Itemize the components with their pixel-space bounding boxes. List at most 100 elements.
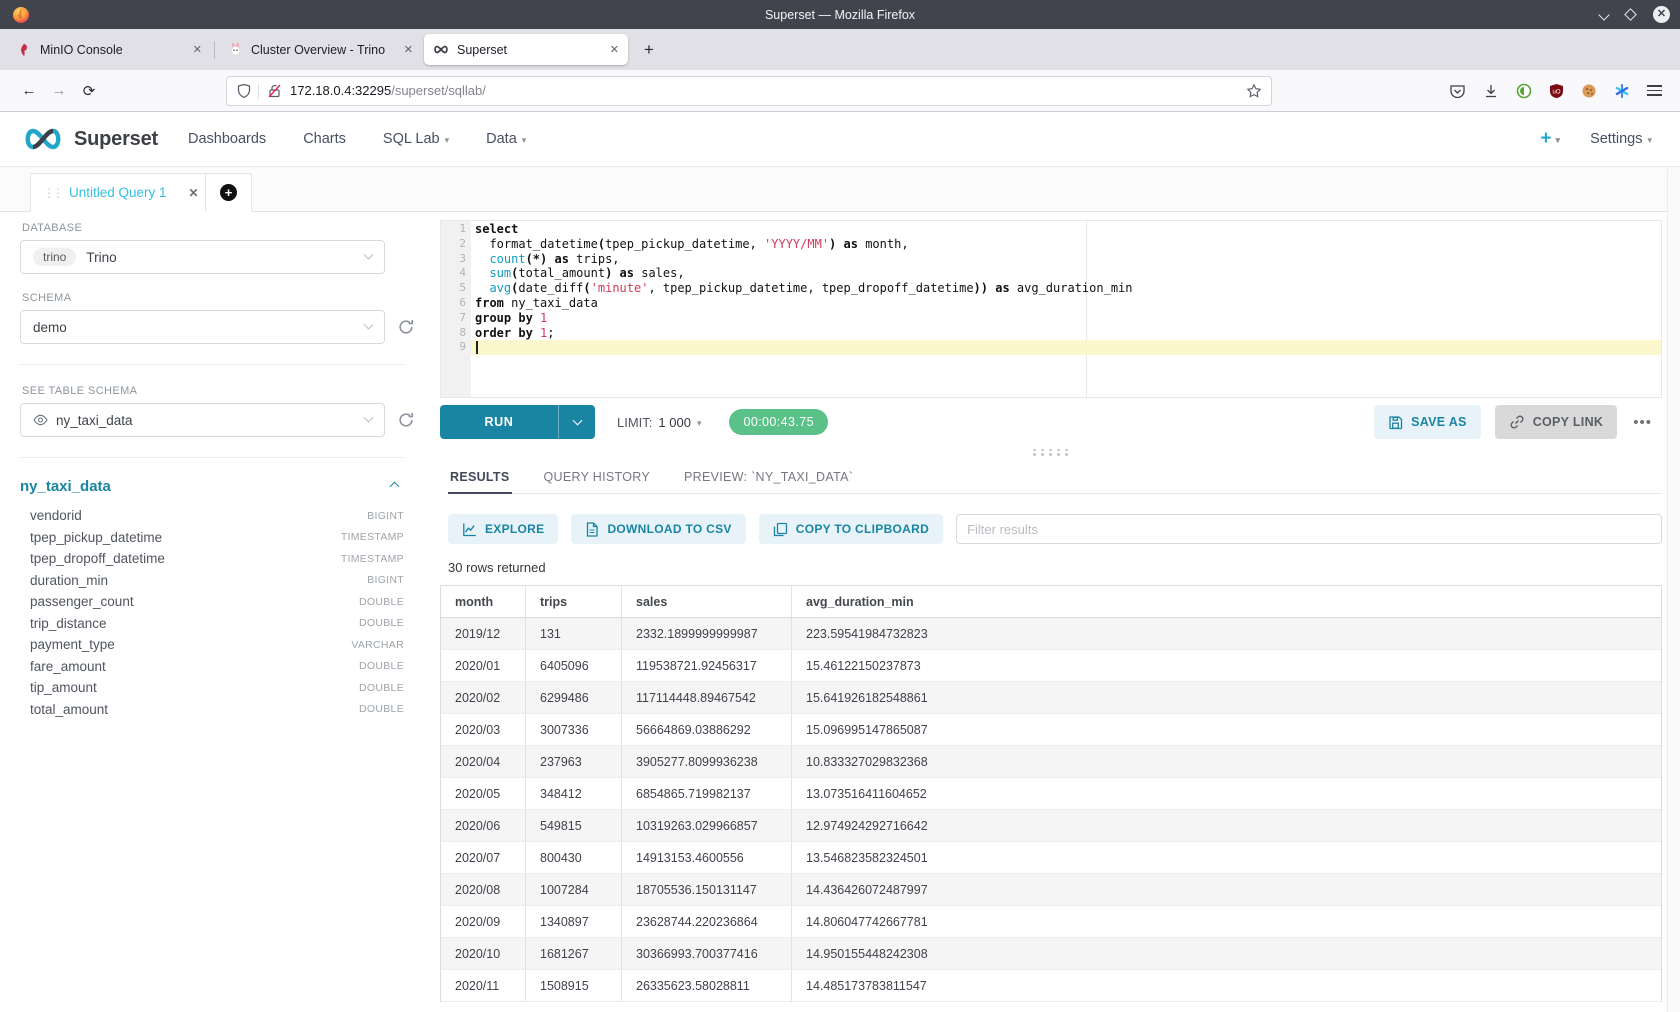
divider	[20, 364, 404, 365]
window-close-icon[interactable]: ✕	[1653, 6, 1670, 23]
results-tab[interactable]: RESULTS	[448, 464, 512, 493]
cookie-extension-icon[interactable]	[1581, 83, 1597, 99]
pocket-icon[interactable]	[1449, 83, 1466, 99]
run-button-label[interactable]: RUN	[440, 405, 558, 439]
browser-tab[interactable]: Cluster Overview - Trino ✕	[218, 34, 422, 65]
tab-close-icon[interactable]: ✕	[610, 43, 619, 56]
table-column-row[interactable]: trip_distance DOUBLE	[20, 613, 404, 635]
extension-green-icon[interactable]	[1516, 83, 1532, 99]
results-tab[interactable]: QUERY HISTORY	[542, 464, 652, 493]
table-cell: 237963	[526, 746, 622, 777]
column-header[interactable]: month	[441, 586, 526, 618]
url-text[interactable]: 172.18.0.4:32295/superset/sqllab/	[290, 83, 1246, 98]
limit-value: 1 000	[658, 415, 691, 430]
query-tab-close-icon[interactable]: ✕	[189, 186, 199, 200]
sql-editor[interactable]: 123456789 select format_datetime(tpep_pi…	[440, 220, 1662, 398]
table-row[interactable]: 2019/121312332.1899999999987223.59541984…	[441, 618, 1661, 650]
table-column-row[interactable]: tip_amount DOUBLE	[20, 677, 404, 699]
menu-hamburger-icon[interactable]	[1647, 85, 1662, 96]
results-tab[interactable]: PREVIEW: `NY_TAXI_DATA`	[682, 464, 855, 493]
chevron-down-icon	[364, 249, 374, 259]
column-header[interactable]: trips	[526, 586, 622, 618]
code-line: group by 1	[471, 311, 1661, 326]
add-query-tab-button[interactable]: +	[206, 173, 252, 212]
tab-close-icon[interactable]: ✕	[404, 43, 413, 56]
table-row[interactable]: 2020/11150891526335623.5802881114.485173…	[441, 970, 1661, 1002]
table-column-row[interactable]: passenger_count DOUBLE	[20, 591, 404, 613]
table-schema-select[interactable]: ny_taxi_data	[20, 403, 385, 437]
limit-dropdown[interactable]: LIMIT: 1 000 ▾	[617, 415, 701, 430]
page-scrollbar[interactable]	[1667, 169, 1680, 1012]
run-button[interactable]: RUN	[440, 405, 595, 439]
table-column-row[interactable]: total_amount DOUBLE	[20, 699, 404, 721]
asterisk-extension-icon[interactable]	[1614, 83, 1630, 99]
table-column-row[interactable]: vendorid BIGINT	[20, 505, 404, 527]
reload-button[interactable]: ⟳	[74, 82, 104, 100]
new-item-button[interactable]: +▾	[1540, 128, 1560, 150]
navbar-menu-item[interactable]: Data▾	[486, 131, 526, 147]
window-minimize-icon[interactable]	[1600, 6, 1608, 24]
table-columns-header[interactable]: ny_taxi_data	[20, 478, 404, 495]
browser-tab[interactable]: Superset ✕	[424, 34, 628, 65]
bookmark-star-icon[interactable]	[1246, 83, 1262, 99]
column-name: total_amount	[30, 702, 108, 717]
copy-link-button[interactable]: COPY LINK	[1495, 405, 1618, 439]
schema-select[interactable]: demo	[20, 310, 385, 344]
ublock-icon[interactable]: uO	[1549, 83, 1564, 99]
column-type: BIGINT	[367, 574, 404, 586]
table-row[interactable]: 2020/042379633905277.809993623810.833327…	[441, 746, 1661, 778]
table-cell: 2020/09	[441, 906, 526, 937]
table-column-row[interactable]: tpep_dropoff_datetime TIMESTAMP	[20, 548, 404, 570]
settings-menu[interactable]: Settings▾	[1590, 131, 1652, 147]
table-row[interactable]: 2020/0780043014913153.460055613.54682358…	[441, 842, 1661, 874]
table-cell: 549815	[526, 810, 622, 841]
table-row[interactable]: 2020/10168126730366993.70037741614.95015…	[441, 938, 1661, 970]
column-header[interactable]: avg_duration_min	[792, 586, 1661, 618]
navbar-menu-item[interactable]: Dashboards	[188, 131, 266, 147]
database-select[interactable]: trino Trino	[20, 240, 385, 274]
refresh-schema-icon[interactable]	[397, 318, 415, 336]
table-column-row[interactable]: payment_type VARCHAR	[20, 634, 404, 656]
results-action-button[interactable]: COPY TO CLIPBOARD	[759, 514, 943, 544]
insecure-lock-icon[interactable]	[267, 83, 282, 99]
back-button[interactable]: ←	[14, 82, 44, 99]
more-options-button[interactable]: •••	[1633, 414, 1652, 431]
window-maximize-icon[interactable]	[1624, 8, 1637, 21]
tab-close-icon[interactable]: ✕	[193, 43, 202, 56]
navbar-menu-item[interactable]: SQL Lab▾	[383, 131, 449, 147]
address-bar[interactable]: 172.18.0.4:32295/superset/sqllab/	[226, 76, 1272, 106]
results-action-button[interactable]: DOWNLOAD TO CSV	[571, 514, 745, 544]
table-cell: 18705536.150131147	[622, 874, 792, 905]
refresh-table-icon[interactable]	[397, 411, 415, 429]
editor-code-area[interactable]: select format_datetime(tpep_pickup_datet…	[471, 221, 1661, 397]
gutter-line-number: 5	[441, 281, 466, 296]
navbar-menu-item[interactable]: Charts	[303, 131, 346, 147]
table-row[interactable]: 2020/0654981510319263.02996685712.974924…	[441, 810, 1661, 842]
browser-tab[interactable]: MinIO Console ✕	[7, 34, 211, 65]
downloads-icon[interactable]	[1483, 83, 1499, 99]
table-row[interactable]: 2020/016405096119538721.9245631715.46122…	[441, 650, 1661, 682]
table-column-row[interactable]: duration_min BIGINT	[20, 570, 404, 592]
drag-handle-icon[interactable]: ⋮⋮	[43, 186, 61, 200]
column-header[interactable]: sales	[622, 586, 792, 618]
tracking-shield-icon[interactable]	[236, 83, 252, 99]
pane-resize-handle[interactable]	[440, 446, 1662, 458]
filter-results-input[interactable]	[956, 514, 1662, 544]
table-row[interactable]: 2020/08100728418705536.15013114714.43642…	[441, 874, 1661, 906]
table-column-row[interactable]: fare_amount DOUBLE	[20, 656, 404, 678]
table-column-row[interactable]: tpep_pickup_datetime TIMESTAMP	[20, 527, 404, 549]
run-options-caret[interactable]	[558, 405, 595, 439]
chevron-up-icon[interactable]	[390, 482, 400, 492]
forward-button[interactable]: →	[44, 82, 74, 99]
table-row[interactable]: 2020/09134089723628744.22023686414.80604…	[441, 906, 1661, 938]
new-tab-button[interactable]: +	[635, 36, 663, 64]
superset-brand[interactable]: Superset	[22, 128, 158, 151]
table-row[interactable]: 2020/026299486117114448.8946754215.64192…	[441, 682, 1661, 714]
table-row[interactable]: 2020/053484126854865.71998213713.0735164…	[441, 778, 1661, 810]
save-as-button[interactable]: SAVE AS	[1374, 405, 1481, 439]
results-action-button[interactable]: EXPLORE	[448, 514, 558, 544]
table-row[interactable]: 2020/03300733656664869.0388629215.096995…	[441, 714, 1661, 746]
query-tab-active[interactable]: ⋮⋮ Untitled Query 1 ✕	[30, 173, 206, 212]
table-cell: 15.641926182548861	[792, 682, 1661, 713]
table-cell: 800430	[526, 842, 622, 873]
